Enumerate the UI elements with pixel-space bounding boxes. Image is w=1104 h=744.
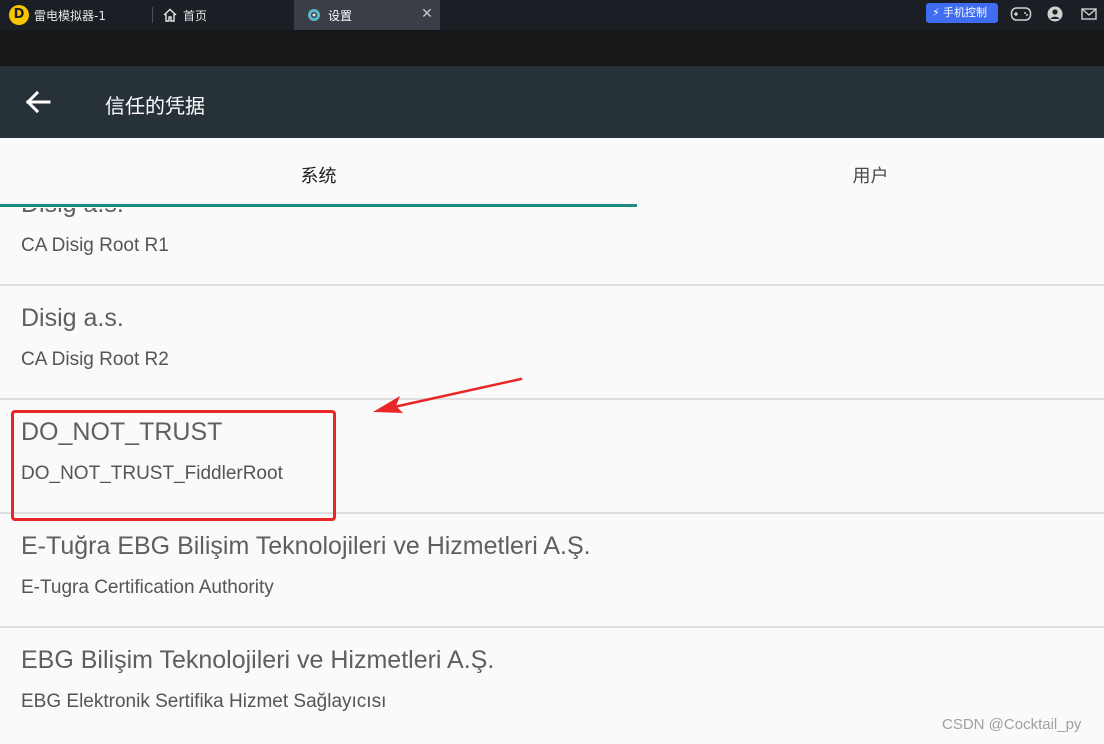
close-tab-icon[interactable]: ✕ [420, 7, 434, 21]
tab-home-label: 首页 [183, 9, 208, 23]
list-item[interactable]: Disig a.s. CA Disig Root R1 [0, 208, 1104, 286]
emulator-app-title: 雷电模拟器-1 [34, 9, 106, 23]
tab-home[interactable]: 首页 [160, 0, 290, 30]
user-avatar-icon[interactable] [1047, 6, 1063, 22]
list-item[interactable]: Disig a.s. CA Disig Root R2 [0, 286, 1104, 400]
phone-control-label: 手机控制 [943, 6, 987, 19]
tab-user[interactable]: 用户 [637, 138, 1104, 208]
phone-control-button[interactable]: ⚡ 手机控制 [926, 3, 998, 23]
back-arrow-icon[interactable] [18, 82, 58, 122]
title-separator [152, 7, 153, 23]
home-icon [163, 8, 177, 22]
cert-organization: Disig a.s. [21, 304, 124, 332]
active-tab-indicator [0, 204, 637, 207]
cert-organization: Disig a.s. [21, 208, 124, 219]
highlight-box [11, 410, 336, 521]
tab-system[interactable]: 系统 [0, 138, 637, 208]
annotation-arrow-icon [373, 377, 523, 413]
app-toolbar: 信任的凭据 [0, 66, 1104, 138]
mail-icon[interactable] [1080, 5, 1098, 23]
cert-name: EBG Elektronik Sertifika Hizmet Sağlayıc… [21, 691, 387, 712]
tab-user-label: 用户 [852, 166, 889, 187]
tab-system-label: 系统 [300, 166, 337, 187]
list-item[interactable]: E-Tuğra EBG Bilişim Teknolojileri ve Hiz… [0, 514, 1104, 628]
cert-organization: E-Tuğra EBG Bilişim Teknolojileri ve Hiz… [21, 532, 591, 560]
page-title: 信任的凭据 [105, 94, 205, 118]
cert-name: CA Disig Root R2 [21, 349, 169, 370]
list-item[interactable]: EBG Bilişim Teknolojileri ve Hizmetleri … [0, 628, 1104, 742]
gamepad-icon[interactable] [1010, 6, 1032, 22]
credential-tabs: 系统 用户 [0, 138, 1104, 208]
emulator-logo-icon: D [9, 5, 29, 25]
emulator-title-bar: D 雷电模拟器-1 首页 设置 ✕ ⚡ 手机控制 [0, 0, 1104, 30]
cert-organization: EBG Bilişim Teknolojileri ve Hizmetleri … [21, 646, 495, 674]
cert-name: E-Tugra Certification Authority [21, 577, 274, 598]
cert-name: CA Disig Root R1 [21, 235, 169, 256]
tab-settings-label: 设置 [328, 9, 353, 23]
tab-settings[interactable]: 设置 ✕ [294, 0, 440, 30]
watermark: CSDN @Cocktail_py [942, 716, 1082, 733]
android-status-bar [0, 30, 1104, 66]
lightning-icon: ⚡ [932, 6, 940, 19]
settings-gear-icon [308, 9, 320, 21]
